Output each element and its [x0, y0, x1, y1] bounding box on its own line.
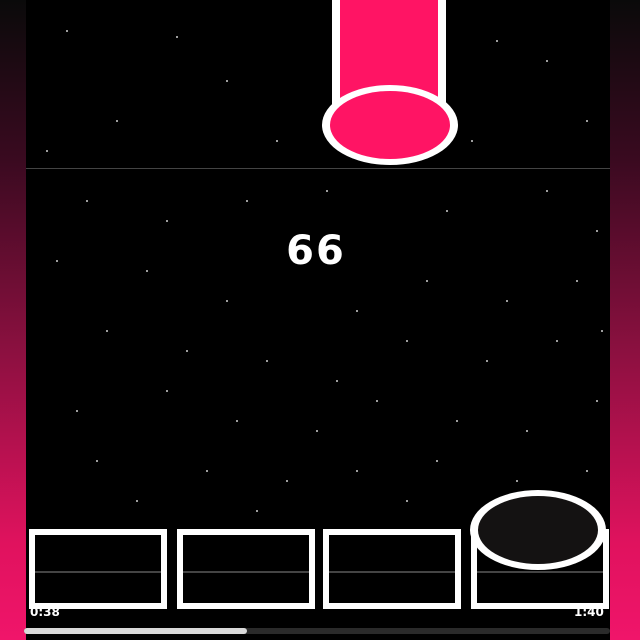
- hold-note-head: [330, 91, 450, 159]
- lane-pad-2[interactable]: [177, 529, 315, 609]
- falling-hold-note: [322, 0, 458, 165]
- game-graphics: [29, 0, 609, 609]
- song-progress-bar[interactable]: [24, 628, 610, 634]
- total-time: 1:40: [574, 605, 604, 619]
- lane-pad-1[interactable]: [29, 529, 167, 609]
- lane-pad-3[interactable]: [323, 529, 461, 609]
- song-progress-fill: [24, 628, 247, 634]
- lane-pad-4[interactable]: [470, 490, 609, 609]
- elapsed-time: 0:38: [30, 605, 60, 619]
- lane-pad-4-pressed-core: [478, 496, 598, 564]
